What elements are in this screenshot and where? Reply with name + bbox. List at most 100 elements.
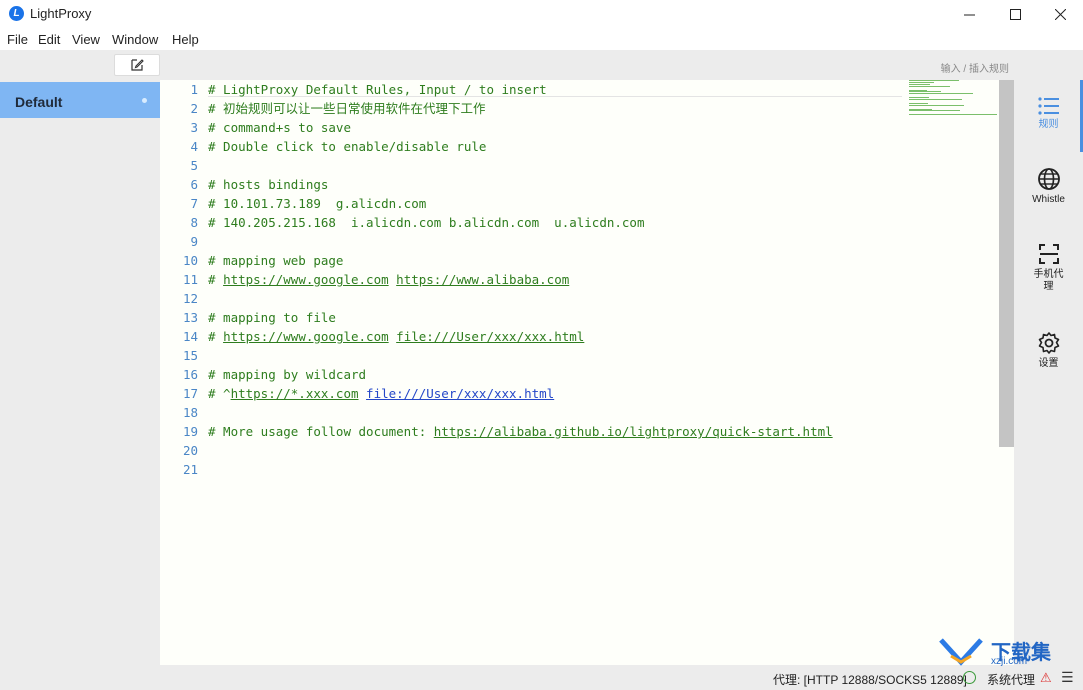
window-title: LightProxy <box>30 6 92 21</box>
insert-rule-hint: 输入 / 插入规则 <box>940 64 1009 75</box>
minimap-line <box>909 89 927 91</box>
line-number: 3 <box>190 120 198 135</box>
watermark-logo-icon <box>939 638 983 666</box>
line-number: 6 <box>190 177 198 192</box>
minimap-line <box>909 91 941 93</box>
minimap-line <box>909 81 935 83</box>
right-nav: 规则 Whistle 手机代理 设置 <box>1014 80 1083 665</box>
line-number: 14 <box>182 329 198 344</box>
minimap-line <box>909 104 964 106</box>
line-number: 21 <box>182 462 198 477</box>
minimap-line <box>909 97 929 99</box>
app-logo-icon: L <box>9 6 24 21</box>
menu-bar: File Edit View Window Help <box>0 28 1083 50</box>
maximize-button[interactable] <box>992 0 1038 28</box>
minimap-line <box>909 110 960 112</box>
new-rule-button[interactable] <box>114 54 160 76</box>
maximize-icon <box>1009 8 1021 20</box>
rule-item-label: Default <box>15 94 63 110</box>
line-number: 17 <box>182 386 198 401</box>
close-button[interactable] <box>1037 0 1083 28</box>
title-bar: L LightProxy <box>0 0 1083 28</box>
line-number: 8 <box>190 215 198 230</box>
code-line: # 初始规则可以让一些日常使用软件在代理下工作 <box>208 101 486 116</box>
menu-icon[interactable]: ☰ <box>1061 669 1074 686</box>
editor-scrollbar[interactable] <box>999 80 1014 447</box>
minimap-line <box>909 108 933 110</box>
proxy-status-text: 代理: [HTTP 12888/SOCKS5 12889] <box>773 673 967 687</box>
toolbar: 输入 / 插入规则 <box>0 50 1083 80</box>
line-number: 1 <box>190 82 198 97</box>
minimap[interactable] <box>907 80 999 120</box>
minimap-line <box>909 114 997 116</box>
code-link[interactable]: https://*.xxx.com <box>231 386 359 401</box>
edit-icon <box>131 59 144 71</box>
minimap-line <box>909 80 959 81</box>
nav-whistle[interactable]: Whistle <box>1014 167 1083 206</box>
line-number-gutter: 1 2 3 4 5 6 7 8 9 10 11 12 13 14 15 16 17 18 19 20 21 <box>160 80 204 665</box>
menu-file[interactable]: File <box>7 32 28 47</box>
code-line: # mapping web page <box>208 253 344 268</box>
line-number: 15 <box>182 348 198 363</box>
nav-whistle-label: Whistle <box>1032 194 1065 205</box>
menu-window[interactable]: Window <box>112 32 158 47</box>
line-number: 16 <box>182 367 198 382</box>
code-text: # ^ <box>208 386 231 401</box>
minimize-icon <box>963 14 975 15</box>
nav-mobile-proxy[interactable]: 手机代理 <box>1014 242 1083 293</box>
minimap-line <box>909 99 962 100</box>
code-line: # LightProxy Default Rules, Input / to i… <box>208 82 547 97</box>
minimize-button[interactable] <box>946 0 992 28</box>
nav-settings[interactable]: 设置 <box>1014 331 1083 370</box>
line-number: 12 <box>182 291 198 306</box>
line-number: 5 <box>190 158 198 173</box>
line-number: 9 <box>190 234 198 249</box>
line-number: 2 <box>190 101 198 116</box>
line-number: 4 <box>190 139 198 154</box>
code-line: # ^https://*.xxx.com file:///User/xxx/xx… <box>208 384 554 403</box>
minimap-line <box>909 83 930 85</box>
nav-mobile-proxy-label: 手机代理 <box>1033 269 1064 292</box>
line-number: 7 <box>190 196 198 211</box>
minimap-line <box>909 85 950 87</box>
system-proxy-toggle[interactable]: 系统代理 <box>987 671 1035 688</box>
rule-list-sidebar: Default <box>0 80 160 665</box>
code-link[interactable]: https://www.alibaba.com <box>396 272 569 287</box>
code-line: # mapping by wildcard <box>208 367 367 382</box>
rule-item-default[interactable]: Default <box>0 82 160 118</box>
code-line: # More usage follow document: https://al… <box>208 422 833 441</box>
code-line: # https://www.google.com file:///User/xx… <box>208 327 584 346</box>
rule-editor[interactable]: 1 2 3 4 5 6 7 8 9 10 11 12 13 14 15 16 17 18 19 20 21 # Ligh… <box>160 80 1014 665</box>
code-line: # hosts bindings <box>208 177 329 192</box>
menu-edit[interactable]: Edit <box>38 32 60 47</box>
nav-rules[interactable]: 规则 <box>1014 96 1083 131</box>
line-number: 20 <box>182 443 198 458</box>
globe-icon <box>1037 168 1060 190</box>
code-link[interactable]: file:///User/xxx/xxx.html <box>366 386 554 401</box>
code-text: # <box>208 272 224 287</box>
menu-view[interactable]: View <box>72 32 100 47</box>
code-line: # 140.205.215.168 i.alicdn.com b.alicdn.… <box>208 215 645 230</box>
code-link[interactable]: https://alibaba.github.io/lightproxy/qui… <box>434 424 833 439</box>
status-bar: 代理: [HTTP 12888/SOCKS5 12889] 系统代理 ⚠ ☰ <box>0 665 1083 690</box>
watermark: 下载集 xzji.com <box>936 636 1076 667</box>
code-link[interactable]: file:///User/xxx/xxx.html <box>396 329 584 344</box>
list-icon <box>1037 97 1059 115</box>
gear-icon <box>1038 332 1059 354</box>
line-number: 18 <box>182 405 198 420</box>
minimap-line <box>909 93 973 95</box>
check-circle-icon <box>963 671 976 684</box>
line-number: 13 <box>182 310 198 325</box>
code-link[interactable]: https://www.google.com <box>223 329 389 344</box>
code-line: # mapping to file <box>208 310 336 325</box>
menu-help[interactable]: Help <box>172 32 199 47</box>
warning-icon[interactable]: ⚠ <box>1040 670 1052 686</box>
code-text: # <box>208 329 224 344</box>
code-line: # 10.101.73.189 g.alicdn.com <box>208 196 427 211</box>
minimap-line <box>909 102 928 104</box>
nav-settings-label: 设置 <box>1038 358 1059 369</box>
code-link[interactable]: https://www.google.com <box>223 272 389 287</box>
code-line: # Double click to enable/disable rule <box>208 139 487 154</box>
nav-rules-label: 规则 <box>1038 119 1059 130</box>
